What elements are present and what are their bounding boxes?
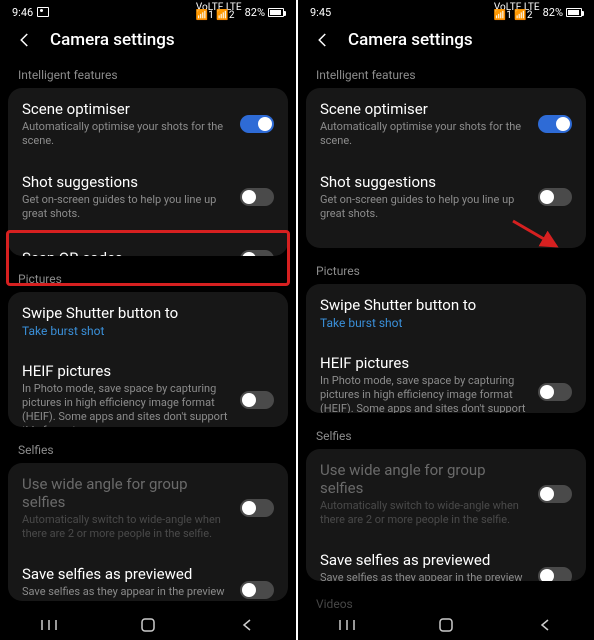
status-bar: 9:45 VoLTE LTE📶1 📶2 82%	[298, 0, 594, 22]
wide-title: Use wide angle for group selfies	[320, 461, 528, 497]
row-save-selfies[interactable]: Save selfies as previewed Save selfies a…	[306, 539, 586, 581]
scene-sub: Automatically optimise your shots for th…	[22, 120, 230, 149]
save-title: Save selfies as previewed	[320, 551, 528, 569]
section-videos: Videos	[298, 589, 594, 611]
nav-home[interactable]	[436, 615, 456, 635]
heif-title: HEIF pictures	[320, 354, 528, 372]
header: Camera settings	[0, 22, 296, 60]
phone-right: 9:45 VoLTE LTE📶1 📶2 82% Camera settings …	[298, 0, 594, 640]
row-heif[interactable]: HEIF pictures In Photo mode, save space …	[306, 342, 586, 413]
header: Camera settings	[298, 22, 594, 60]
scene-toggle[interactable]	[240, 115, 274, 133]
network-icon: VoLTE LTE📶1 📶2	[494, 4, 540, 20]
qr-toggle[interactable]	[240, 250, 274, 255]
scene-title: Scene optimiser	[22, 100, 230, 118]
swipe-title: Swipe Shutter button to	[320, 296, 572, 314]
row-wide-angle: Use wide angle for group selfies Automat…	[306, 449, 586, 540]
card-intelligent: Scene optimiser Automatically optimise y…	[306, 88, 586, 248]
heif-sub: In Photo mode, save space by capturing p…	[22, 382, 230, 427]
section-intelligent: Intelligent features	[0, 60, 296, 88]
scene-title: Scene optimiser	[320, 100, 528, 118]
nav-back[interactable]	[237, 615, 257, 635]
row-scan-qr[interactable]: Scan QR codes	[306, 233, 586, 248]
row-save-selfies[interactable]: Save selfies as previewed Save selfies a…	[8, 553, 288, 601]
heif-sub: In Photo mode, save space by capturing p…	[320, 374, 528, 413]
wide-toggle	[538, 485, 572, 503]
shot-toggle[interactable]	[240, 188, 274, 206]
page-title: Camera settings	[50, 30, 175, 50]
shot-sub: Get on-screen guides to help you line up…	[320, 193, 528, 222]
back-icon[interactable]	[314, 31, 332, 49]
scene-toggle[interactable]	[538, 115, 572, 133]
row-shot-suggestions[interactable]: Shot suggestions Get on-screen guides to…	[306, 161, 586, 234]
wide-toggle	[240, 499, 274, 517]
back-icon[interactable]	[16, 31, 34, 49]
clock: 9:45	[310, 6, 331, 19]
phone-left: 9:46 VoLTE LTE📶1 📶2 82% Camera settings …	[0, 0, 296, 640]
section-intelligent: Intelligent features	[298, 60, 594, 88]
shot-title: Shot suggestions	[22, 173, 230, 191]
card-intelligent: Scene optimiser Automatically optimise y…	[8, 88, 288, 256]
page-title: Camera settings	[348, 30, 473, 50]
save-title: Save selfies as previewed	[22, 565, 230, 583]
shot-title: Shot suggestions	[320, 173, 528, 191]
wide-title: Use wide angle for group selfies	[22, 475, 230, 511]
wide-sub: Automatically switch to wide-angle when …	[22, 513, 230, 542]
row-wide-angle: Use wide angle for group selfies Automat…	[8, 463, 288, 554]
row-shot-suggestions[interactable]: Shot suggestions Get on-screen guides to…	[8, 161, 288, 234]
card-pictures: Swipe Shutter button to Take burst shot …	[8, 292, 288, 427]
swipe-link: Take burst shot	[320, 316, 572, 330]
battery-icon	[268, 8, 284, 17]
row-scene-optimiser[interactable]: Scene optimiser Automatically optimise y…	[8, 88, 288, 161]
card-pictures: Swipe Shutter button to Take burst shot …	[306, 284, 586, 413]
battery-icon	[566, 8, 582, 17]
swipe-link: Take burst shot	[22, 324, 274, 338]
save-sub: Save selfies as they appear in the previ…	[320, 571, 528, 581]
shot-toggle[interactable]	[538, 188, 572, 206]
scene-sub: Automatically optimise your shots for th…	[320, 120, 528, 149]
section-selfies: Selfies	[298, 421, 594, 449]
row-heif[interactable]: HEIF pictures In Photo mode, save space …	[8, 350, 288, 427]
section-pictures: Pictures	[298, 256, 594, 284]
save-sub: Save selfies as they appear in the previ…	[22, 585, 230, 601]
battery-percent: 82%	[245, 6, 265, 19]
nav-bar	[298, 611, 594, 640]
row-scan-qr[interactable]: Scan QR codes	[8, 233, 288, 255]
row-scene-optimiser[interactable]: Scene optimiser Automatically optimise y…	[306, 88, 586, 161]
row-swipe-shutter[interactable]: Swipe Shutter button to Take burst shot	[306, 284, 586, 342]
network-icon: VoLTE LTE📶1 📶2	[196, 4, 242, 20]
nav-recents[interactable]	[337, 615, 357, 635]
status-bar: 9:46 VoLTE LTE📶1 📶2 82%	[0, 0, 296, 22]
nav-back[interactable]	[535, 615, 555, 635]
card-selfies: Use wide angle for group selfies Automat…	[8, 463, 288, 602]
nav-home[interactable]	[138, 615, 158, 635]
heif-title: HEIF pictures	[22, 362, 230, 380]
save-toggle[interactable]	[538, 567, 572, 581]
section-selfies: Selfies	[0, 435, 296, 463]
swipe-title: Swipe Shutter button to	[22, 304, 274, 322]
heif-toggle[interactable]	[538, 383, 572, 401]
screenshot-icon	[37, 7, 49, 17]
battery-percent: 82%	[543, 6, 563, 19]
wide-sub: Automatically switch to wide-angle when …	[320, 499, 528, 528]
save-toggle[interactable]	[240, 581, 274, 599]
row-swipe-shutter[interactable]: Swipe Shutter button to Take burst shot	[8, 292, 288, 350]
card-selfies: Use wide angle for group selfies Automat…	[306, 449, 586, 581]
shot-sub: Get on-screen guides to help you line up…	[22, 193, 230, 222]
nav-recents[interactable]	[39, 615, 59, 635]
nav-bar	[0, 609, 296, 640]
heif-toggle[interactable]	[240, 391, 274, 409]
clock: 9:46	[12, 6, 33, 19]
qr-title: Scan QR codes	[22, 249, 230, 255]
section-pictures: Pictures	[0, 264, 296, 292]
